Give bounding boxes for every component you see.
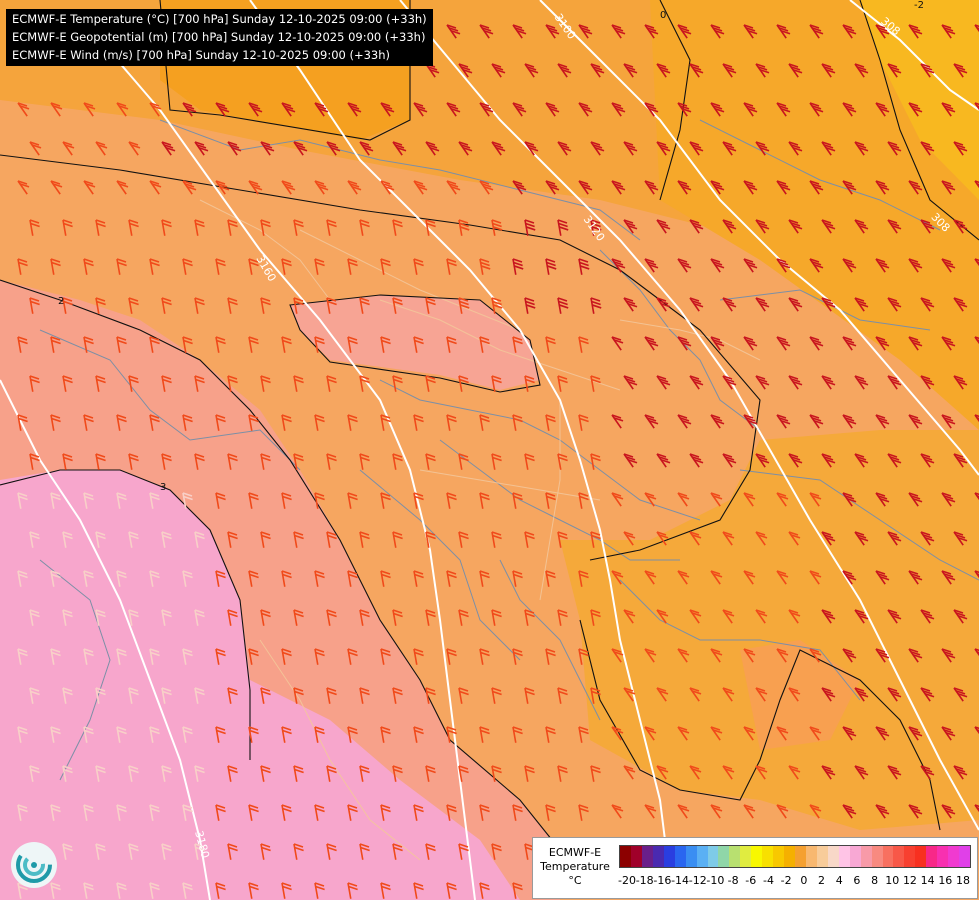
- legend-tick: 12: [902, 874, 917, 887]
- legend-tick: -12: [688, 874, 707, 887]
- legend-tick: 6: [853, 874, 861, 887]
- title-geopotential: ECMWF-E Geopotential (m) [700 hPa] Sunda…: [12, 30, 426, 44]
- legend-tick: 16: [938, 874, 953, 887]
- legend-swatch: [849, 846, 861, 867]
- legend-color-bar: [619, 845, 971, 868]
- legend-tick: 18: [956, 874, 970, 887]
- legend-swatch: [773, 846, 785, 867]
- legend-tick: -6: [745, 874, 757, 887]
- legend-swatch: [904, 846, 916, 867]
- map-title-block: ECMWF-E Temperature (°C) [700 hPa] Sunda…: [6, 9, 433, 66]
- legend-swatch: [784, 846, 795, 867]
- legend-swatch: [838, 846, 850, 867]
- legend-title: ECMWF-E Temperature °C: [535, 846, 615, 888]
- legend-tick: 14: [920, 874, 935, 887]
- legend-title-unit: °C: [568, 874, 582, 887]
- legend-title-model: ECMWF-E: [548, 846, 602, 859]
- legend-tick: 4: [835, 874, 843, 887]
- legend-swatch: [795, 846, 806, 867]
- legend-swatch: [740, 846, 752, 867]
- temperature-legend: ECMWF-E Temperature °C -20 -18 -16 -14 -12 -1…: [532, 837, 978, 899]
- legend-swatch: [805, 846, 817, 867]
- legend-swatch: [630, 846, 642, 867]
- legend-tick: -10: [706, 874, 725, 887]
- legend-tick: 0: [800, 874, 808, 887]
- legend-tick: -14: [671, 874, 690, 887]
- contour-label-2: 2: [58, 296, 65, 307]
- legend-tick: -16: [653, 874, 672, 887]
- legend-swatch: [751, 846, 763, 867]
- legend-swatch: [871, 846, 883, 867]
- legend-swatch: [948, 846, 960, 867]
- legend-swatch: [641, 846, 653, 867]
- legend-tick: 10: [885, 874, 900, 887]
- legend-swatch: [729, 846, 741, 867]
- legend-swatch: [718, 846, 730, 867]
- ecmwf-swirl-icon: [11, 842, 57, 888]
- weather-map: 3100 3120 3160 3180 308 308 0 2 3 -2 ECM…: [0, 0, 979, 900]
- legend-swatch: [685, 846, 697, 867]
- legend-swatch: [860, 846, 872, 867]
- contour-label-0: 0: [660, 10, 667, 21]
- legend-tick: -8: [727, 874, 739, 887]
- contour-label-minus2: -2: [914, 0, 924, 11]
- legend-swatch: [893, 846, 905, 867]
- legend-swatch: [937, 846, 949, 867]
- legend-tick: 8: [871, 874, 879, 887]
- contour-label-3: 3: [160, 482, 167, 493]
- legend-swatch: [926, 846, 938, 867]
- map-canvas: [0, 0, 979, 900]
- legend-swatch: [707, 846, 719, 867]
- legend-swatch: [882, 846, 894, 867]
- legend-tick: -4: [762, 874, 774, 887]
- title-wind: ECMWF-E Wind (m/s) [700 hPa] Sunday 12-1…: [12, 48, 391, 62]
- legend-tick: 2: [818, 874, 826, 887]
- legend-swatch: [652, 846, 664, 867]
- legend-tick: -20: [618, 874, 636, 887]
- legend-swatch: [915, 846, 927, 867]
- legend-swatch: [816, 846, 828, 867]
- legend-tick: -2: [780, 874, 792, 887]
- title-temperature: ECMWF-E Temperature (°C) [700 hPa] Sunda…: [12, 12, 427, 26]
- legend-swatch: [674, 846, 686, 867]
- legend-tick: -18: [635, 874, 654, 887]
- legend-swatch: [663, 846, 675, 867]
- legend-swatch: [696, 846, 708, 867]
- legend-tick-labels: -20 -18 -16 -14 -12 -10 -8 -6 -4 -2 0 2 4 6 8 10 12 14 16 1…: [618, 874, 971, 890]
- legend-swatch: [827, 846, 839, 867]
- legend-swatch: [959, 846, 970, 867]
- legend-swatch: [620, 846, 631, 867]
- legend-title-variable: Temperature: [540, 860, 610, 873]
- legend-swatch: [762, 846, 774, 867]
